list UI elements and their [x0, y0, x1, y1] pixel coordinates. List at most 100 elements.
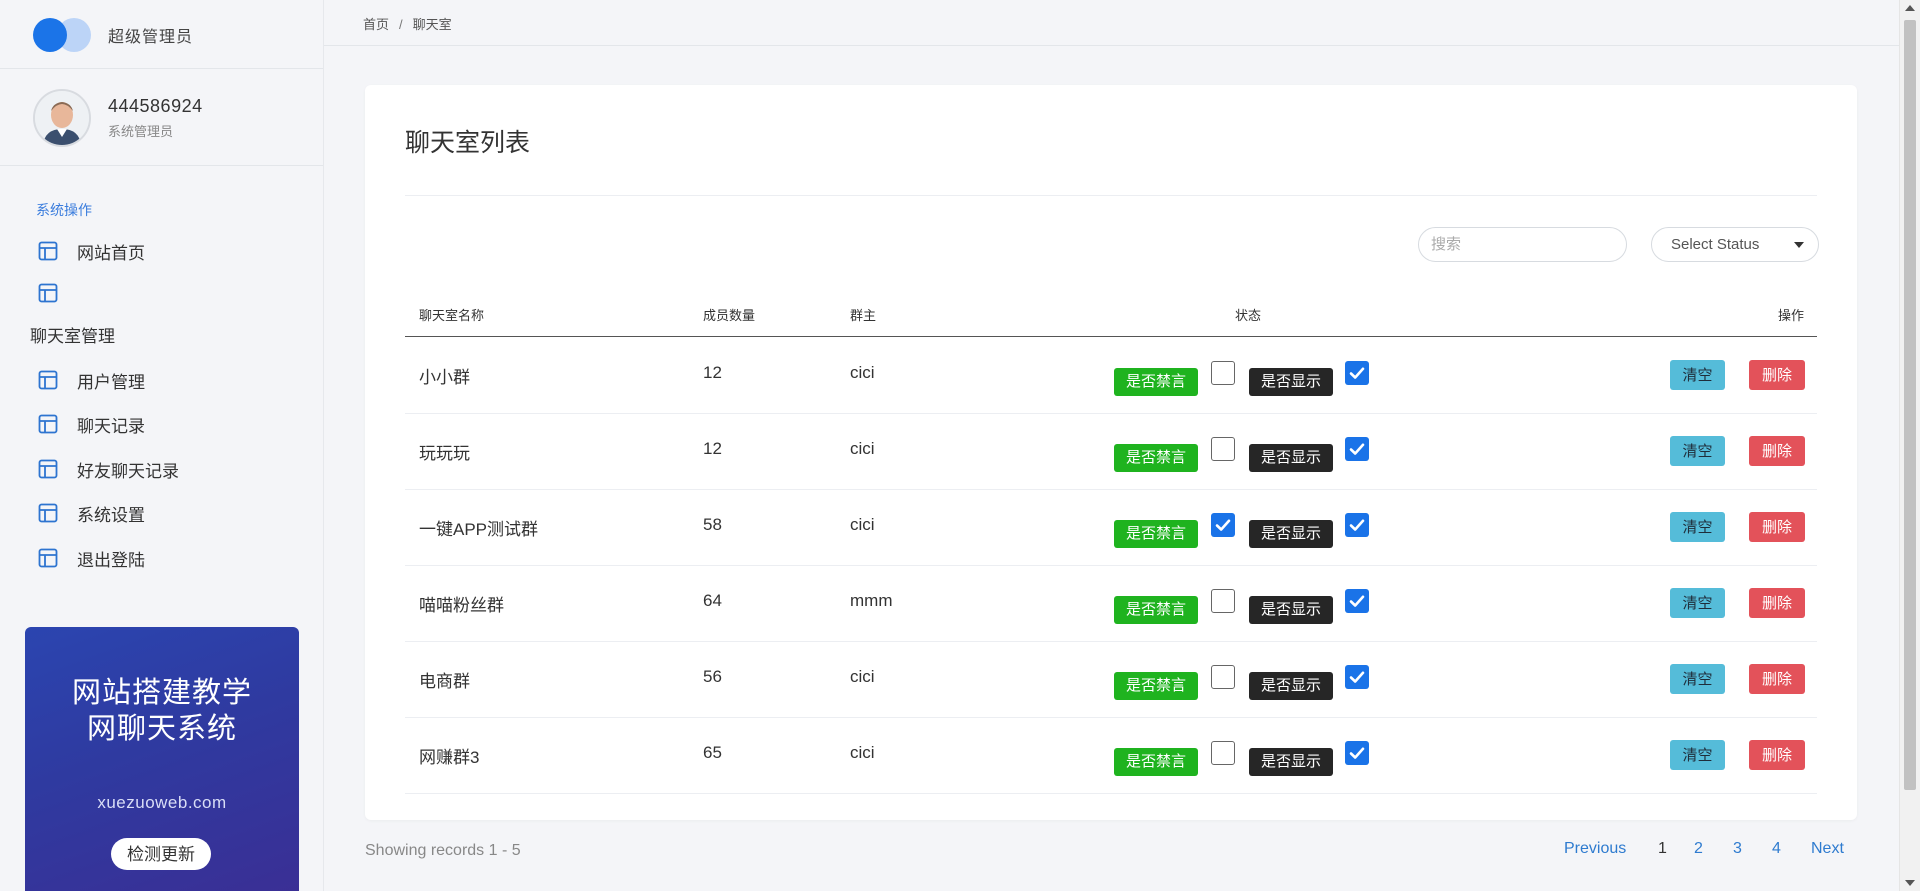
mute-checkbox[interactable] [1211, 513, 1235, 537]
top-bar: 首页 / 聊天室 [324, 0, 1920, 46]
sidebar-item-label: 系统设置 [77, 505, 145, 525]
promo-card: 网站搭建教学网聊天系统 xuezuoweb.com 检测更新 [25, 627, 299, 891]
owner-name: cici [850, 667, 875, 686]
pagination-page-2[interactable]: 2 [1694, 840, 1703, 858]
chevron-down-icon [1794, 242, 1804, 248]
table-row: 玩玩玩 12 cici 是否禁言 是否显示 清空 删除 [405, 413, 1817, 490]
delete-button[interactable]: 删除 [1749, 512, 1805, 542]
mute-badge: 是否禁言 [1114, 748, 1199, 776]
pagination-page-3[interactable]: 3 [1733, 840, 1742, 858]
mute-badge: 是否禁言 [1114, 520, 1199, 548]
header-members: 成员数量 [703, 308, 756, 323]
table-row: 电商群 56 cici 是否禁言 是否显示 清空 删除 [405, 641, 1817, 718]
member-count: 58 [703, 515, 722, 534]
clear-button[interactable]: 清空 [1670, 664, 1725, 694]
promo-url: xuezuoweb.com [97, 793, 227, 812]
check-update-button[interactable]: 检测更新 [111, 838, 211, 870]
pagination-next[interactable]: Next [1811, 840, 1844, 858]
delete-button[interactable]: 删除 [1749, 740, 1805, 770]
clear-button[interactable]: 清空 [1670, 512, 1725, 542]
mute-checkbox[interactable] [1211, 589, 1235, 613]
delete-button[interactable]: 删除 [1749, 436, 1805, 466]
sidebar-item-logout[interactable]: 退出登陆 [38, 541, 145, 575]
table-row: 一键APP测试群 58 cici 是否禁言 是否显示 清空 删除 [405, 489, 1817, 566]
mute-badge: 是否禁言 [1114, 672, 1199, 700]
member-count: 12 [703, 363, 722, 382]
sidebar-item-friend-chat-records[interactable]: 好友聊天记录 [38, 452, 179, 486]
show-badge: 是否显示 [1249, 368, 1334, 396]
table-row: 小小群 12 cici 是否禁言 是否显示 清空 删除 [405, 337, 1817, 414]
pagination-page-4[interactable]: 4 [1772, 840, 1781, 858]
room-name: 网赚群3 [419, 748, 480, 767]
room-name: 玩玩玩 [419, 444, 470, 463]
header-name: 聊天室名称 [419, 308, 485, 323]
promo-title: 网站搭建教学网聊天系统 [71, 677, 252, 745]
sidebar-item-users[interactable]: 用户管理 [38, 363, 145, 397]
room-name: 电商群 [419, 672, 470, 691]
mute-checkbox[interactable] [1211, 665, 1235, 689]
header-status: 状态 [1235, 308, 1262, 323]
show-checkbox[interactable] [1345, 361, 1369, 385]
member-count: 56 [703, 667, 722, 686]
owner-name: cici [850, 515, 875, 534]
brand-header: 超级管理员 [0, 0, 323, 69]
show-checkbox[interactable] [1345, 741, 1369, 765]
table-row: 网赚群3 65 cici 是否禁言 是否显示 清空 删除 [405, 717, 1817, 794]
clear-button[interactable]: 清空 [1670, 360, 1725, 390]
show-checkbox[interactable] [1345, 665, 1369, 689]
table-header: 聊天室名称 成员数量 群主 状态 操作 [405, 288, 1817, 337]
show-badge: 是否显示 [1249, 748, 1334, 776]
member-count: 64 [703, 591, 722, 610]
mute-badge: 是否禁言 [1114, 596, 1199, 624]
table-row: 喵喵粉丝群 64 mmm 是否禁言 是否显示 清空 删除 [405, 565, 1817, 642]
sidebar-item-blank[interactable] [38, 276, 77, 310]
status-select[interactable]: Select Status [1651, 227, 1819, 262]
mute-checkbox[interactable] [1211, 741, 1235, 765]
show-checkbox[interactable] [1345, 589, 1369, 613]
section-title: 系统操作 [36, 202, 92, 218]
delete-button[interactable]: 删除 [1749, 588, 1805, 618]
delete-button[interactable]: 删除 [1749, 360, 1805, 390]
user-id: 444586924 [108, 96, 203, 116]
show-badge: 是否显示 [1249, 520, 1334, 548]
sidebar-item-label: 退出登陆 [77, 550, 145, 570]
scroll-down-arrow-icon[interactable] [1905, 880, 1915, 886]
sidebar-item-settings[interactable]: 系统设置 [38, 496, 145, 530]
avatar[interactable] [33, 89, 91, 147]
clear-button[interactable]: 清空 [1670, 588, 1725, 618]
scroll-up-arrow-icon[interactable] [1905, 5, 1915, 11]
search-input[interactable] [1418, 227, 1627, 262]
show-checkbox[interactable] [1345, 513, 1369, 537]
sidebar: 超级管理员 444586924 系统管理员 系统操作 网站首页 聊天室管理 用户… [0, 0, 324, 891]
pagination-previous[interactable]: Previous [1564, 840, 1626, 858]
room-name: 小小群 [419, 368, 470, 387]
mute-badge: 是否禁言 [1114, 444, 1199, 472]
clear-button[interactable]: 清空 [1670, 436, 1725, 466]
sidebar-item-chat-records[interactable]: 聊天记录 [38, 407, 145, 441]
sidebar-item-home[interactable]: 网站首页 [38, 234, 145, 268]
layout-icon [38, 459, 58, 479]
mute-checkbox[interactable] [1211, 361, 1235, 385]
scrollbar[interactable] [1899, 0, 1920, 891]
show-badge: 是否显示 [1249, 672, 1334, 700]
scrollbar-thumb[interactable] [1904, 20, 1916, 790]
delete-button[interactable]: 删除 [1749, 664, 1805, 694]
page-title: 聊天室列表 [405, 129, 531, 157]
breadcrumb-home[interactable]: 首页 [363, 17, 389, 32]
layout-icon [38, 241, 58, 261]
records-info: Showing records 1 - 5 [365, 842, 521, 859]
sidebar-item-label: 网站首页 [77, 243, 145, 263]
layout-icon [38, 414, 58, 434]
chatroom-card: 聊天室列表 Select Status 聊天室名称 成员数量 群主 状态 操作 … [365, 85, 1857, 820]
status-select-value: Select Status [1671, 236, 1760, 253]
mute-checkbox[interactable] [1211, 437, 1235, 461]
mute-badge: 是否禁言 [1114, 368, 1199, 396]
show-badge: 是否显示 [1249, 444, 1334, 472]
owner-name: mmm [850, 591, 893, 610]
user-role: 系统管理员 [108, 124, 174, 139]
breadcrumb-current: 聊天室 [412, 17, 452, 32]
clear-button[interactable]: 清空 [1670, 740, 1725, 770]
pagination-page-1[interactable]: 1 [1658, 840, 1667, 858]
show-checkbox[interactable] [1345, 437, 1369, 461]
layout-icon [38, 548, 58, 568]
